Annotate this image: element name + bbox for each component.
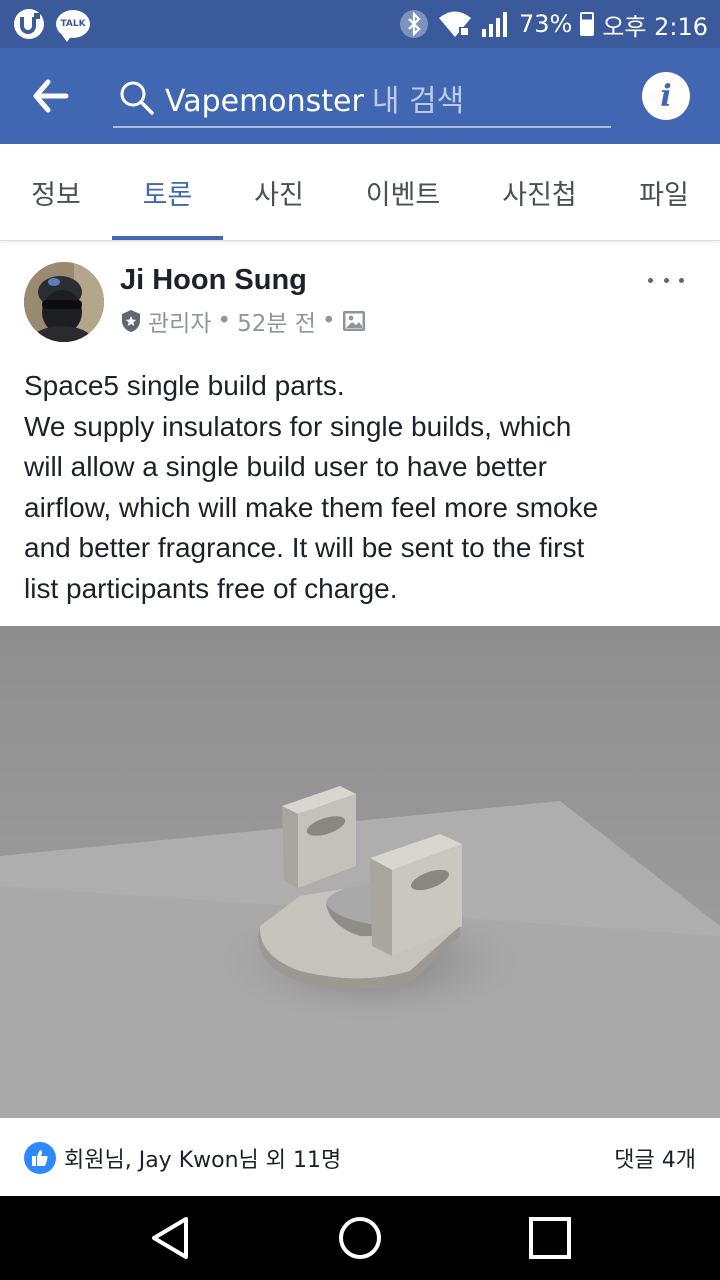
home-nav-icon xyxy=(339,1217,381,1259)
reactions-summary[interactable]: 회원님, Jay Kwon님 외 11명 xyxy=(24,1142,341,1174)
info-button[interactable]: i xyxy=(642,72,690,120)
more-icon xyxy=(648,277,653,283)
nav-recents-button[interactable] xyxy=(490,1196,610,1280)
back-button[interactable] xyxy=(30,78,80,114)
post-line: will allow a single build user to have b… xyxy=(24,451,547,482)
search-icon xyxy=(120,81,154,115)
recents-nav-icon xyxy=(529,1217,571,1259)
battery-icon xyxy=(580,12,595,36)
avatar-image xyxy=(24,262,104,342)
post-line: and better fragrance. It will be sent to… xyxy=(24,532,585,563)
back-nav-icon xyxy=(152,1217,188,1259)
post-line: We supply insulators for single builds, … xyxy=(24,410,572,442)
post-line: Space5 single build parts. xyxy=(24,370,345,401)
nav-home-button[interactable] xyxy=(300,1196,420,1280)
talk-label: TALK xyxy=(60,19,86,29)
back-arrow-icon xyxy=(33,79,69,113)
like-icon xyxy=(24,1142,56,1174)
status-bar: TALK 73% 오후 2:16 xyxy=(0,0,720,48)
post-photo[interactable] xyxy=(0,626,720,1118)
post-meta: 관리자 • 52분 전 • xyxy=(120,304,366,338)
post-header: Ji Hoon Sung 관리자 • 52분 전 • xyxy=(0,250,720,360)
post-text: Space5 single build parts. We supply ins… xyxy=(24,366,700,609)
u-plus-icon xyxy=(14,9,44,39)
battery-percent: 73% xyxy=(518,10,573,38)
avatar[interactable] xyxy=(24,262,104,342)
photo-icon xyxy=(342,311,365,331)
clock: 오후 2:16 xyxy=(602,12,708,41)
post-line: airflow, which will make them feel more … xyxy=(24,491,599,523)
search-input[interactable]: Vapemonster 내 검색 xyxy=(113,70,611,128)
tab-files[interactable]: 파일 xyxy=(608,144,720,240)
search-text: Vapemonster 내 검색 xyxy=(165,76,464,120)
kakaotalk-icon: TALK xyxy=(56,10,90,42)
reactions-bar: 회원님, Jay Kwon님 외 11명 댓글 4개 xyxy=(0,1120,720,1196)
tab-discussion[interactable]: 토론 xyxy=(112,144,223,240)
tab-events[interactable]: 이벤트 xyxy=(335,144,471,240)
author-name[interactable]: Ji Hoon Sung xyxy=(120,264,307,297)
post-time[interactable]: 52분 전 xyxy=(237,304,316,338)
nav-back-button[interactable] xyxy=(110,1196,230,1280)
wifi-icon xyxy=(438,11,471,37)
status-bar-left: TALK xyxy=(12,7,90,42)
bluetooth-icon xyxy=(399,10,428,38)
meta-separator: • xyxy=(217,308,232,334)
android-nav-bar xyxy=(0,1196,720,1280)
app-bar: Vapemonster 내 검색 i xyxy=(0,48,720,144)
search-suffix: 내 검색 xyxy=(371,84,465,119)
shield-icon xyxy=(122,310,140,332)
meta-separator-2: • xyxy=(321,308,336,334)
search-query: Vapemonster xyxy=(165,84,364,119)
signal-icon xyxy=(481,12,507,37)
status-bar-right: 73% 오후 2:16 xyxy=(399,7,708,42)
info-icon: i xyxy=(660,78,672,114)
tab-albums[interactable]: 사진첩 xyxy=(471,144,608,240)
tab-photos[interactable]: 사진 xyxy=(223,144,335,240)
post-line: list participants free of charge. xyxy=(24,572,398,604)
author-role: 관리자 xyxy=(148,311,212,337)
reactions-text: 회원님, Jay Kwon님 외 11명 xyxy=(64,1148,342,1173)
group-tabs: 정보 토론 사진 이벤트 사진첩 파일 xyxy=(0,144,720,241)
comments-count[interactable]: 댓글 4개 xyxy=(614,1142,696,1174)
more-options-button[interactable] xyxy=(648,268,684,292)
tab-info[interactable]: 정보 xyxy=(0,144,112,240)
